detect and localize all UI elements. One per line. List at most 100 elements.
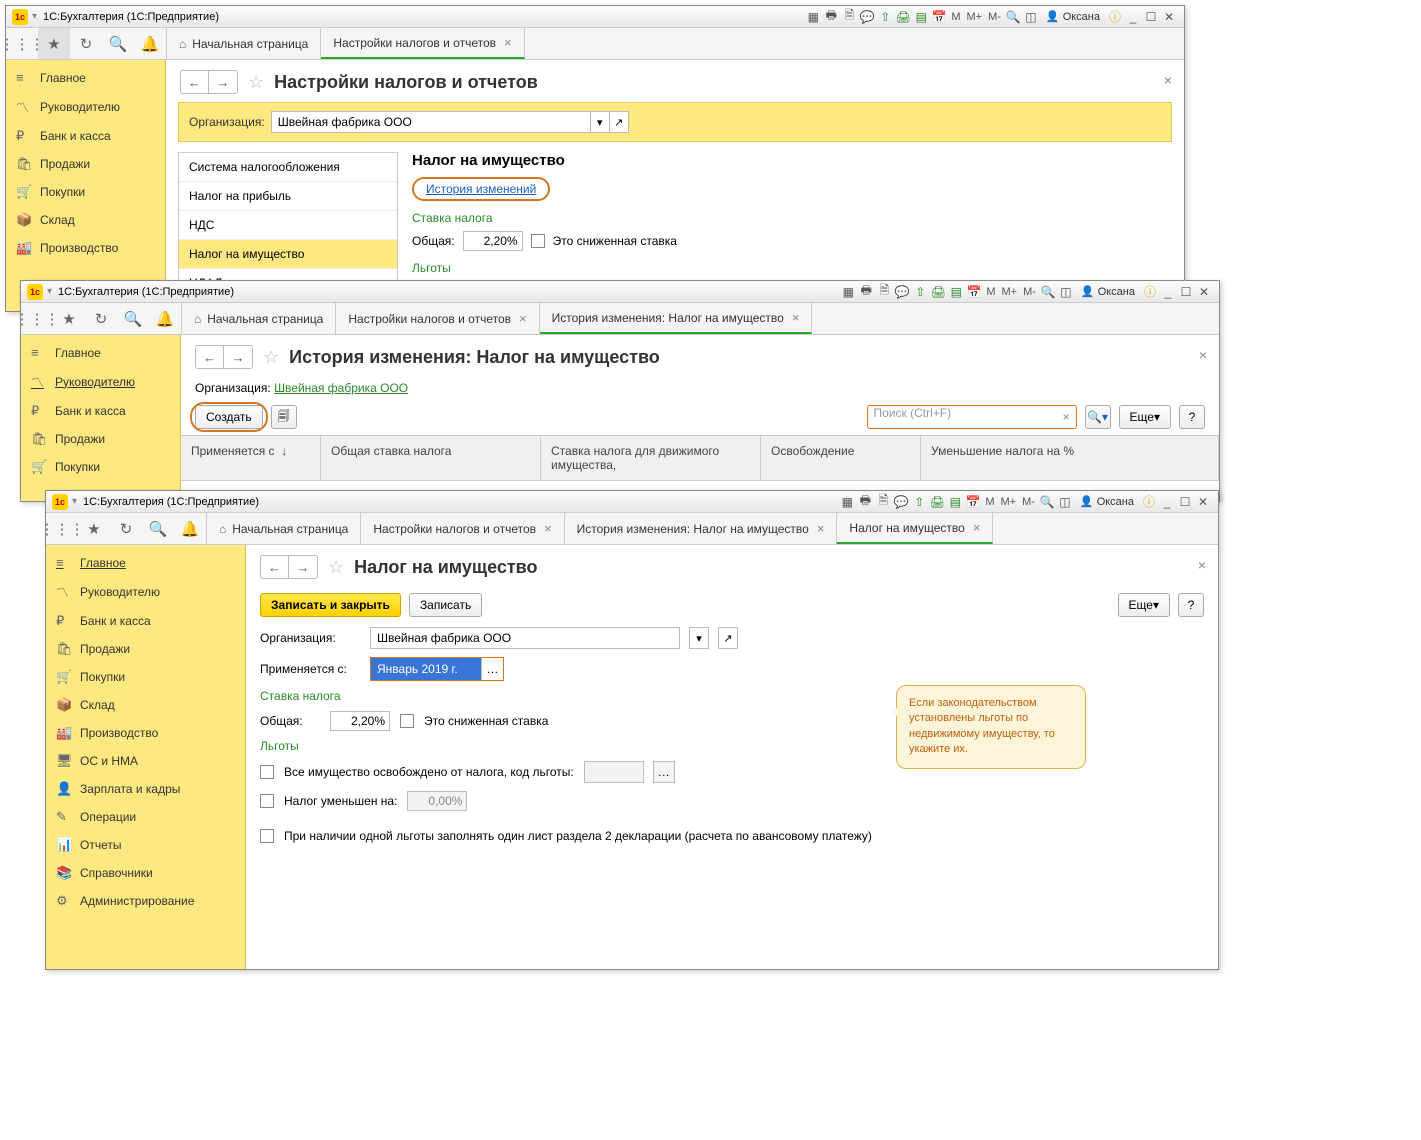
reduced-checkbox[interactable] [531, 234, 545, 248]
page-close-icon[interactable]: × [1198, 557, 1206, 573]
sidebar-item-stock[interactable]: 📦Склад [6, 206, 165, 234]
one-sheet-checkbox[interactable] [260, 829, 274, 843]
exempt-picker-button[interactable]: … [653, 761, 675, 783]
exempt-checkbox[interactable] [260, 765, 274, 779]
history-icon[interactable]: ↻ [110, 513, 142, 544]
info-icon[interactable]: ⓘ [1141, 283, 1159, 300]
tab-close-icon[interactable]: × [544, 521, 552, 536]
apps-icon[interactable]: ⋮⋮⋮ [21, 303, 53, 334]
exempt-code-input[interactable] [584, 761, 644, 783]
mem-m[interactable]: M [983, 286, 998, 298]
org-open-button[interactable]: ↗ [718, 627, 738, 649]
cat-item[interactable]: НДС [179, 211, 397, 240]
tab-close-icon[interactable]: × [817, 521, 825, 536]
forward-button[interactable]: → [289, 556, 317, 578]
cat-item[interactable]: Налог на прибыль [179, 182, 397, 211]
help-button[interactable]: ? [1179, 405, 1205, 429]
forward-button[interactable]: → [209, 71, 237, 93]
maximize-button[interactable]: ☐ [1177, 285, 1195, 299]
mem-mplus[interactable]: M+ [999, 286, 1021, 298]
cat-item[interactable]: Система налогообложения [179, 153, 397, 182]
apps-icon[interactable]: ⋮⋮⋮ [6, 28, 38, 59]
history-icon[interactable]: ↻ [85, 303, 117, 334]
tab-close-icon[interactable]: × [504, 35, 512, 50]
date-icon[interactable]: 📅 [964, 495, 982, 509]
tab-home[interactable]: ⌂Начальная страница [207, 513, 361, 544]
forward-button[interactable]: → [224, 346, 252, 368]
favorites-icon[interactable]: ★ [53, 303, 85, 334]
tab-home[interactable]: ⌂Начальная страница [182, 303, 336, 334]
sidebar-item-sales[interactable]: 🛍Продажи [21, 425, 180, 453]
clear-search-icon[interactable]: × [1063, 410, 1070, 424]
tab-close-icon[interactable]: × [519, 311, 527, 326]
sidebar-item-manager[interactable]: 〽Руководителю [6, 91, 165, 122]
org-input[interactable] [370, 627, 680, 649]
tab-close-icon[interactable]: × [792, 310, 800, 325]
copy-button[interactable]: 🗐 [271, 405, 297, 429]
org-dropdown-button[interactable]: ▾ [590, 111, 610, 133]
sidebar-item-os[interactable]: 🖥ОС и НМА [46, 747, 245, 775]
sidebar-item-salary[interactable]: 👤Зарплата и кадры [46, 775, 245, 803]
sidebar-item-purch[interactable]: 🛒Покупки [6, 178, 165, 206]
sidebar-item-prod[interactable]: 🏭Производство [6, 234, 165, 262]
bell-icon[interactable]: 🔔 [149, 303, 181, 334]
save-close-button[interactable]: Записать и закрыть [260, 593, 401, 617]
maximize-button[interactable]: ☐ [1176, 495, 1194, 509]
more-button[interactable]: Еще ▾ [1118, 593, 1170, 617]
favorites-icon[interactable]: ★ [38, 28, 70, 59]
back-button[interactable]: ← [196, 346, 224, 368]
favorites-icon[interactable]: ★ [78, 513, 110, 544]
sidebar-item-manager[interactable]: 〽Руководителю [21, 366, 180, 397]
zoom-icon[interactable]: 🔍 [1039, 285, 1057, 299]
sidebar-item-admin[interactable]: ⚙Администрирование [46, 887, 245, 915]
org-open-button[interactable]: ↗ [609, 111, 629, 133]
upload-icon[interactable]: ⇧ [911, 285, 929, 299]
zoom-icon[interactable]: 🔍 [1038, 495, 1056, 509]
reduced-checkbox[interactable] [400, 714, 414, 728]
history-icon[interactable]: ↻ [70, 28, 102, 59]
calendar-icon[interactable]: ▤ [946, 495, 964, 509]
apps-icon[interactable]: ⋮⋮⋮ [46, 513, 78, 544]
sidebar-item-refs[interactable]: 📚Справочники [46, 859, 245, 887]
minimize-button[interactable]: _ [1124, 10, 1142, 24]
search-icon[interactable]: 🔍 [117, 303, 149, 334]
chat-icon[interactable]: 💬 [892, 495, 910, 509]
close-button[interactable]: ✕ [1195, 285, 1213, 299]
favorite-star-icon[interactable]: ☆ [263, 347, 279, 368]
col-movable[interactable]: Ставка налога для движимого имущества, [541, 436, 761, 480]
tab-history[interactable]: История изменения: Налог на имущество× [540, 303, 813, 334]
col-rate[interactable]: Общая ставка налога [321, 436, 541, 480]
date-picker-button[interactable]: … [481, 658, 503, 680]
sidebar-item-prod[interactable]: 🏭Производство [46, 719, 245, 747]
page-close-icon[interactable]: × [1164, 72, 1172, 88]
tab-settings[interactable]: Настройки налогов и отчетов× [336, 303, 539, 334]
panels-icon[interactable]: ◫ [1022, 10, 1040, 24]
info-icon[interactable]: ⓘ [1106, 8, 1124, 25]
printer2-icon[interactable]: 🖨 [928, 495, 946, 509]
col-reduce[interactable]: Уменьшение налога на % [921, 436, 1219, 480]
chat-icon[interactable]: 💬 [893, 285, 911, 299]
info-icon[interactable]: ⓘ [1140, 493, 1158, 510]
panels-icon[interactable]: ◫ [1056, 495, 1074, 509]
search-menu-button[interactable]: 🔍▾ [1085, 405, 1111, 429]
back-button[interactable]: ← [261, 556, 289, 578]
print-icon[interactable]: 🖶 [857, 281, 875, 302]
upload-icon[interactable]: ⇧ [910, 495, 928, 509]
sidebar-item-stock[interactable]: 📦Склад [46, 691, 245, 719]
doc-icon[interactable]: 🗎 [875, 281, 893, 302]
upload-icon[interactable]: ⇧ [876, 10, 894, 24]
doc-icon[interactable]: 🗎 [840, 6, 858, 27]
col-applies[interactable]: Применяется с ↓ [181, 436, 321, 480]
tab-home[interactable]: ⌂Начальная страница [167, 28, 321, 59]
page-close-icon[interactable]: × [1199, 347, 1207, 363]
favorite-star-icon[interactable]: ☆ [328, 557, 344, 578]
dropdown-icon[interactable]: ▾ [32, 11, 37, 22]
dropdown-icon[interactable]: ▾ [47, 286, 52, 297]
print-icon[interactable]: 🖶 [822, 6, 840, 27]
panels-icon[interactable]: ◫ [1057, 285, 1075, 299]
search-icon[interactable]: 🔍 [142, 513, 174, 544]
search-icon[interactable]: 🔍 [102, 28, 134, 59]
minimize-button[interactable]: _ [1159, 285, 1177, 299]
printer2-icon[interactable]: 🖨 [929, 285, 947, 299]
sidebar-item-bank[interactable]: ₽Банк и касса [6, 122, 165, 150]
